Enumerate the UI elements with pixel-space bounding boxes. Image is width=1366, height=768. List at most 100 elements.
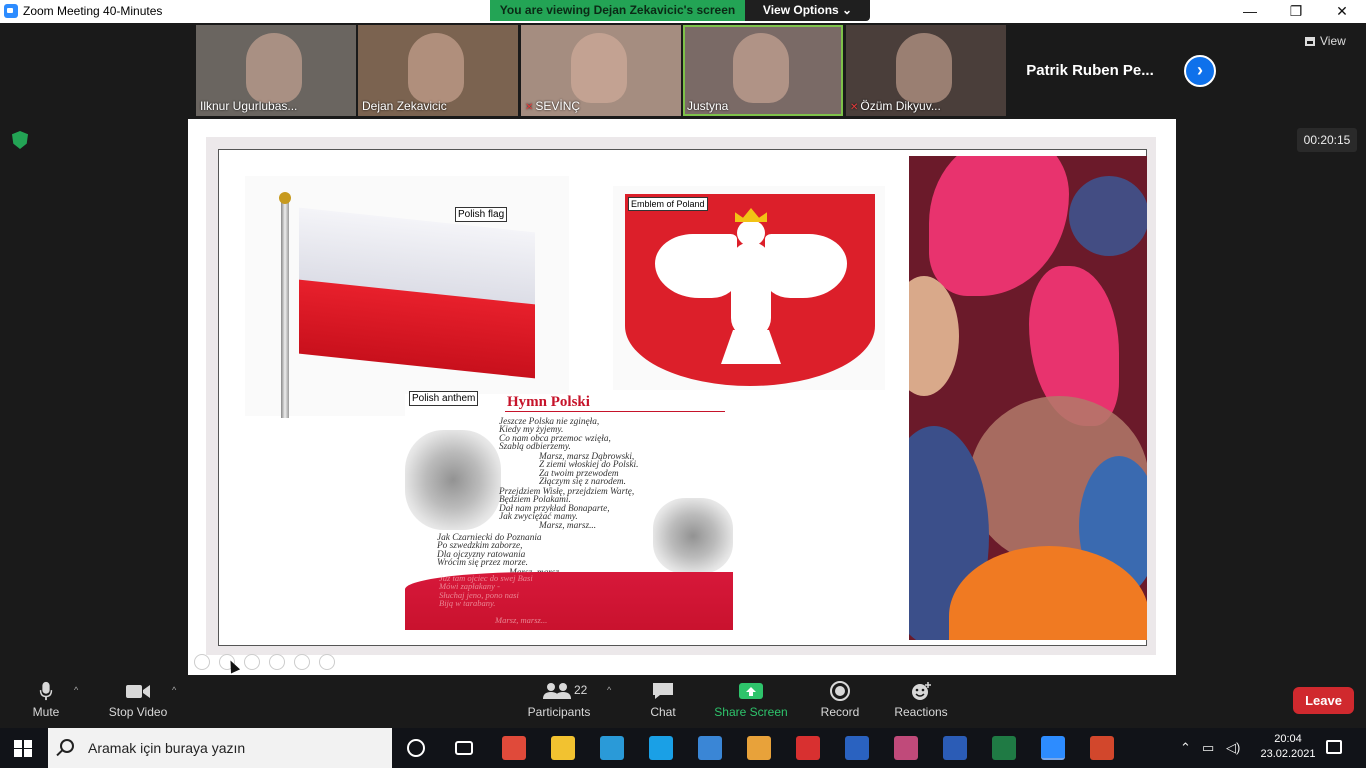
meeting-timer: 00:20:15 [1297, 128, 1357, 152]
anthem-chorus-4: Marsz, marsz... [495, 615, 548, 625]
windows-start-button[interactable] [14, 740, 32, 757]
flag-pole [281, 198, 289, 418]
muted-mic-icon: ✕ [525, 102, 534, 113]
taskbar-search-box[interactable]: Aramak için buraya yazın [48, 728, 392, 768]
participant-tile[interactable]: Dejan Zekavicic [358, 25, 518, 116]
participant-name-text: Özüm Dikyuv... [860, 99, 941, 113]
anthem-chorus-2: Marsz, marsz... [539, 521, 597, 531]
network-icon[interactable]: ▭ [1202, 740, 1214, 756]
skype-icon[interactable] [649, 736, 673, 760]
task-view-icon[interactable] [455, 741, 473, 755]
volume-icon[interactable]: ◁) [1226, 740, 1240, 756]
audio-options-caret[interactable]: ^ [74, 685, 78, 695]
outlook-like-icon[interactable] [845, 736, 869, 760]
anthem-stanza-1: Jeszcze Polska nie zginęła, Kiedy my żyj… [499, 417, 611, 453]
participant-name: Patrik Ruben Pe... [1026, 62, 1154, 79]
polish-flag-label: Polish flag [455, 207, 508, 222]
encryption-shield-icon[interactable] [12, 131, 28, 149]
participants-count: 22 [574, 683, 588, 697]
eagle-left-wing [655, 234, 737, 298]
excel-icon[interactable] [992, 736, 1016, 760]
shared-screen: Polish flag Emblem of Poland Hymn Polski… [188, 119, 1176, 675]
windows-taskbar: Aramak için buraya yazın ⌃ ▭ ◁) 20:04 23… [0, 728, 1366, 768]
view-layout-button[interactable]: View [1305, 34, 1346, 48]
record-icon [830, 681, 850, 701]
chat-button[interactable]: Chat [643, 681, 683, 719]
chat-label: Chat [650, 705, 676, 719]
mail-icon[interactable] [698, 736, 722, 760]
participant-name: Justyna [687, 99, 728, 113]
taskbar-clock[interactable]: 20:04 23.02.2021 [1258, 732, 1318, 762]
word-icon[interactable] [943, 736, 967, 760]
participants-label: Participants [527, 705, 591, 719]
participant-name-text: Justyna [687, 99, 729, 113]
show-hidden-icons-button[interactable]: ⌃ [1180, 740, 1191, 756]
participant-name: Ilknur Ugurlubas... [200, 99, 297, 113]
anthem-title-rule [505, 411, 725, 412]
slides-icon[interactable] [269, 654, 285, 670]
meeting-controls: Mute ^ Stop Video ^ Participants 22 ^ Ch… [0, 675, 1366, 728]
chrome-icon[interactable] [502, 736, 526, 760]
window-title: Zoom Meeting 40-Minutes [23, 4, 163, 18]
mute-button[interactable]: Mute [28, 681, 64, 719]
participant-name-text: Ilknur Ugurlubas... [200, 99, 298, 113]
eagle-head [737, 220, 765, 246]
zoom-icon[interactable] [1041, 736, 1065, 760]
file-explorer-icon[interactable] [551, 736, 575, 760]
viewing-screen-banner: You are viewing Dejan Zekavicic's screen [490, 0, 745, 21]
participant-video [896, 33, 952, 103]
reactions-label: Reactions [894, 705, 948, 719]
view-options-button[interactable]: View Options ⌄ [745, 0, 870, 21]
search-icon [60, 739, 74, 753]
anthem-title: Hymn Polski [507, 394, 590, 410]
participant-tile-name-only[interactable]: Patrik Ruben Pe... [1010, 25, 1170, 116]
previous-slide-icon[interactable] [194, 654, 210, 670]
cortana-icon[interactable] [407, 739, 425, 757]
reactions-button[interactable]: Reactions [893, 681, 949, 719]
participant-tile[interactable]: ✕ Özüm Dikyuv... [846, 25, 1006, 116]
minimize-button[interactable]: — [1227, 0, 1273, 23]
participant-name: ✕ Özüm Dikyuv... [850, 99, 941, 113]
participant-name: ✕ SEVİNÇ [525, 99, 580, 113]
gift-icon[interactable] [796, 736, 820, 760]
participant-tile[interactable]: Justyna [683, 25, 843, 116]
eagle-crown [735, 208, 767, 222]
polish-anthem-image: Hymn Polski Jeszcze Polska nie zginęła, … [405, 394, 733, 632]
leave-button[interactable]: Leave [1293, 687, 1354, 714]
participant-video [246, 33, 302, 103]
record-label: Record [820, 705, 860, 719]
participant-video [408, 33, 464, 103]
restore-button[interactable]: ❐ [1273, 0, 1319, 23]
flag-pole-finial [279, 192, 291, 204]
participants-options-caret[interactable]: ^ [607, 685, 611, 695]
record-button[interactable]: Record [819, 681, 861, 719]
participant-tile[interactable]: Ilknur Ugurlubas... [196, 25, 356, 116]
next-page-button[interactable]: › [1184, 55, 1216, 87]
store-icon[interactable] [747, 736, 771, 760]
edge-icon[interactable] [600, 736, 624, 760]
video-options-caret[interactable]: ^ [172, 685, 176, 695]
participant-tile[interactable]: ✕ SEVİNÇ [521, 25, 681, 116]
anthem-stanza-4: Już tam ojciec do swej Basi Mówi zapłaka… [439, 573, 533, 609]
share-screen-button[interactable]: Share Screen [714, 681, 788, 719]
stop-video-button[interactable]: Stop Video [104, 681, 172, 719]
participant-video [571, 33, 627, 103]
powerpoint-icon[interactable] [1090, 736, 1114, 760]
participants-icon [543, 683, 571, 699]
emblem-shield [625, 194, 875, 386]
share-screen-icon [739, 683, 763, 699]
pen-icon[interactable] [244, 654, 260, 670]
emblem-of-poland-image [613, 186, 885, 390]
anthem-stanza-2: Przejdziem Wisłę, przejdziem Wartę, Będz… [499, 487, 635, 523]
muted-mic-icon: ✕ [850, 102, 859, 113]
share-screen-label: Share Screen [714, 705, 788, 719]
notifications-icon[interactable] [1326, 740, 1342, 754]
more-icon[interactable] [319, 654, 335, 670]
anthem-stanza-3: Jak Czarniecki do Poznania Po szwedzkim … [437, 533, 542, 569]
zoom-icon[interactable] [294, 654, 310, 670]
eagle-tail [721, 330, 781, 364]
clock-date: 23.02.2021 [1260, 748, 1316, 760]
close-button[interactable]: ✕ [1319, 0, 1365, 23]
polish-anthem-label: Polish anthem [409, 391, 479, 406]
snip-icon[interactable] [894, 736, 918, 760]
